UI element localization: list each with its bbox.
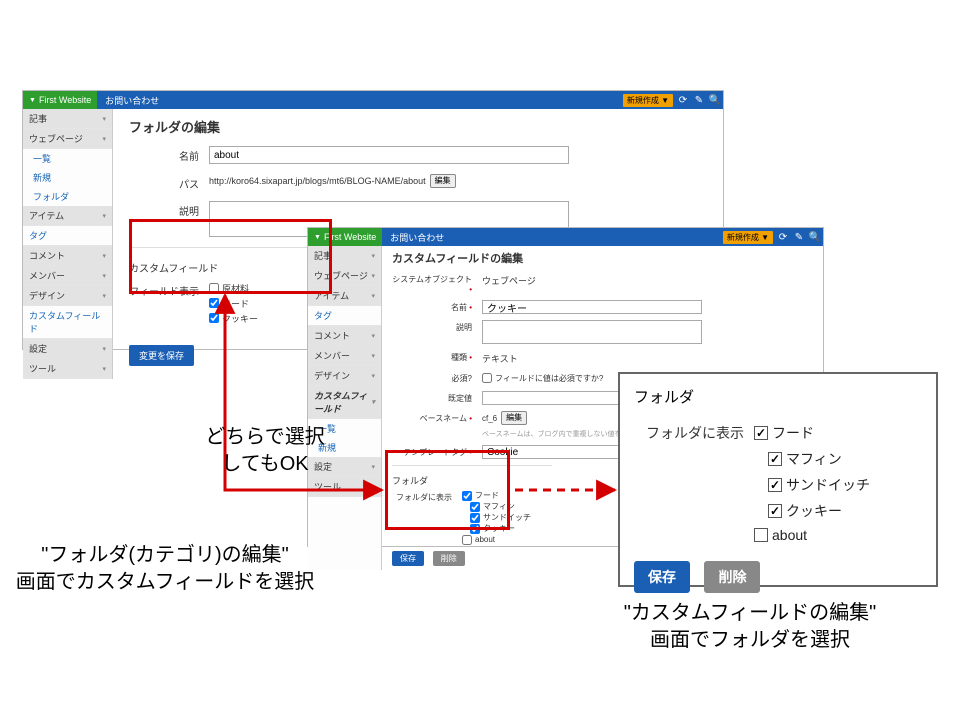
sidebar-item-new[interactable]: 新規 — [23, 168, 112, 187]
v-sysobj: ウェブページ — [482, 272, 536, 287]
fcb-about[interactable]: about — [462, 534, 531, 545]
mag-heading: フォルダ — [634, 386, 922, 407]
annotation-left-caption: "フォルダ(カテゴリ)の編集" 画面でカスタムフィールドを選択 — [5, 542, 325, 596]
cf-delete-button[interactable]: 削除 — [433, 551, 465, 566]
sidebar2: 記事▾ ウェブページ▾ アイテム▾ タグ コメント▾ メンバー▾ デザイン▾ カ… — [308, 246, 382, 570]
l-name: 名前 — [392, 300, 482, 313]
topbar: First Website お問い合わせ 新規作成 ▼ ⟳ ✎ 🔍 — [23, 91, 723, 109]
s2-design[interactable]: デザイン▾ — [308, 366, 381, 386]
mag-disp-label: フォルダに表示 — [634, 423, 754, 443]
refresh-icon2[interactable]: ⟳ — [776, 230, 790, 244]
i-desc[interactable] — [482, 320, 702, 344]
sidebar-item-design[interactable]: デザイン▾ — [23, 286, 112, 306]
s2-item[interactable]: アイテム▾ — [308, 286, 381, 306]
v-type: テキスト — [482, 350, 518, 365]
search-icon[interactable]: 🔍 — [708, 93, 722, 107]
page-title: フォルダの編集 — [129, 117, 707, 136]
label-name: 名前 — [129, 146, 209, 163]
cf-heading: カスタムフィールド — [129, 260, 329, 275]
cb-cookie[interactable]: クッキー — [209, 311, 258, 325]
path-edit-button[interactable]: 編集 — [430, 174, 456, 188]
blog-name2[interactable]: お問い合わせ — [382, 231, 452, 244]
sidebar-item-post[interactable]: 記事▾ — [23, 109, 112, 129]
mcb-cookie[interactable]: ✓クッキー — [768, 501, 870, 521]
cb-req[interactable]: フィールドに値は必須ですか? — [482, 371, 603, 385]
basename-edit-button[interactable]: 編集 — [501, 411, 527, 425]
site-button2[interactable]: First Website — [308, 228, 382, 246]
s2-tools[interactable]: ツール▾ — [308, 477, 381, 497]
mcb-about[interactable]: about — [754, 527, 870, 543]
cb-food[interactable]: フード — [209, 296, 258, 310]
l-basename: ベースネーム — [392, 411, 482, 424]
cb-raw[interactable]: 原材料 — [209, 281, 258, 295]
mag-save-button[interactable]: 保存 — [634, 561, 690, 593]
folder-panel-magnified: フォルダ フォルダに表示 ✓フード ✓マフィン ✓サンドイッチ ✓クッキー ab… — [618, 372, 938, 587]
l-type: 種類 — [392, 350, 482, 363]
label-fielddisplay: フィールド表示 — [129, 281, 209, 298]
sidebar-item-folder[interactable]: フォルダ — [23, 187, 112, 206]
fcb-sandwich[interactable]: サンドイッチ — [462, 512, 531, 523]
mcb-muffin[interactable]: ✓マフィン — [768, 449, 870, 469]
sidebar-item-tools[interactable]: ツール▾ — [23, 359, 112, 379]
new-button2[interactable]: 新規作成 ▼ — [723, 231, 773, 244]
topbar2: First Website お問い合わせ 新規作成 ▼ ⟳ ✎ 🔍 — [308, 228, 823, 246]
mcb-food[interactable]: ✓フード — [754, 423, 870, 443]
cf-save-button[interactable]: 保存 — [392, 551, 424, 566]
s2-comment[interactable]: コメント▾ — [308, 326, 381, 346]
i-name[interactable] — [482, 300, 702, 314]
s2-customfield[interactable]: カスタムフィールド▾ — [308, 386, 381, 419]
l-folderdisp: フォルダに表示 — [392, 490, 462, 503]
site-button[interactable]: First Website — [23, 91, 97, 109]
new-button[interactable]: 新規作成 ▼ — [623, 94, 673, 107]
l-req: 必須? — [392, 371, 482, 384]
edit-icon2[interactable]: ✎ — [792, 230, 806, 244]
label-path: パス — [129, 174, 209, 191]
sidebar-item-settings[interactable]: 設定▾ — [23, 339, 112, 359]
fcb-muffin[interactable]: マフィン — [462, 501, 531, 512]
refresh-icon[interactable]: ⟳ — [676, 93, 690, 107]
save-button[interactable]: 変更を保存 — [129, 345, 194, 366]
cf-title: カスタムフィールドの編集 — [392, 250, 813, 266]
s2-member[interactable]: メンバー▾ — [308, 346, 381, 366]
l-desc: 説明 — [392, 320, 482, 333]
s2-post[interactable]: 記事▾ — [308, 246, 381, 266]
annotation-right-caption: "カスタムフィールドの編集" 画面でフォルダを選択 — [590, 600, 910, 654]
sidebar-item-webpage[interactable]: ウェブページ▾ — [23, 129, 112, 149]
mcb-sandwich[interactable]: ✓サンドイッチ — [768, 475, 870, 495]
mag-delete-button[interactable]: 削除 — [704, 561, 760, 593]
sidebar-item-item[interactable]: アイテム▾ — [23, 206, 112, 226]
input-name[interactable] — [209, 146, 569, 164]
blog-name[interactable]: お問い合わせ — [97, 94, 167, 107]
s2-webpage[interactable]: ウェブページ▾ — [308, 266, 381, 286]
sidebar-item-comment[interactable]: コメント▾ — [23, 246, 112, 266]
search-icon2[interactable]: 🔍 — [808, 230, 822, 244]
path-text: http://koro64.sixapart.jp/blogs/mt6/BLOG… — [209, 176, 426, 186]
sidebar-item-tag[interactable]: タグ — [23, 226, 112, 246]
l-tag: テンプレートタグ — [392, 445, 482, 458]
folder-heading: フォルダ — [392, 474, 552, 487]
label-desc: 説明 — [129, 201, 209, 218]
sidebar: 記事▾ ウェブページ▾ 一覧 新規 フォルダ アイテム▾ タグ コメント▾ メン… — [23, 109, 113, 379]
l-sysobj: システムオブジェクト — [392, 272, 482, 294]
s2-tag[interactable]: タグ — [308, 306, 381, 326]
sidebar-item-customfield[interactable]: カスタムフィールド — [23, 306, 112, 339]
l-default: 既定値 — [392, 391, 482, 404]
v-basename: cf_6 — [482, 414, 497, 423]
annotation-middle: どちらで選択 してもOK — [180, 424, 350, 478]
sidebar-item-member[interactable]: メンバー▾ — [23, 266, 112, 286]
sidebar-item-list[interactable]: 一覧 — [23, 149, 112, 168]
edit-icon[interactable]: ✎ — [692, 93, 706, 107]
fcb-food[interactable]: フード — [462, 490, 531, 501]
fcb-cookie[interactable]: クッキー — [462, 523, 531, 534]
